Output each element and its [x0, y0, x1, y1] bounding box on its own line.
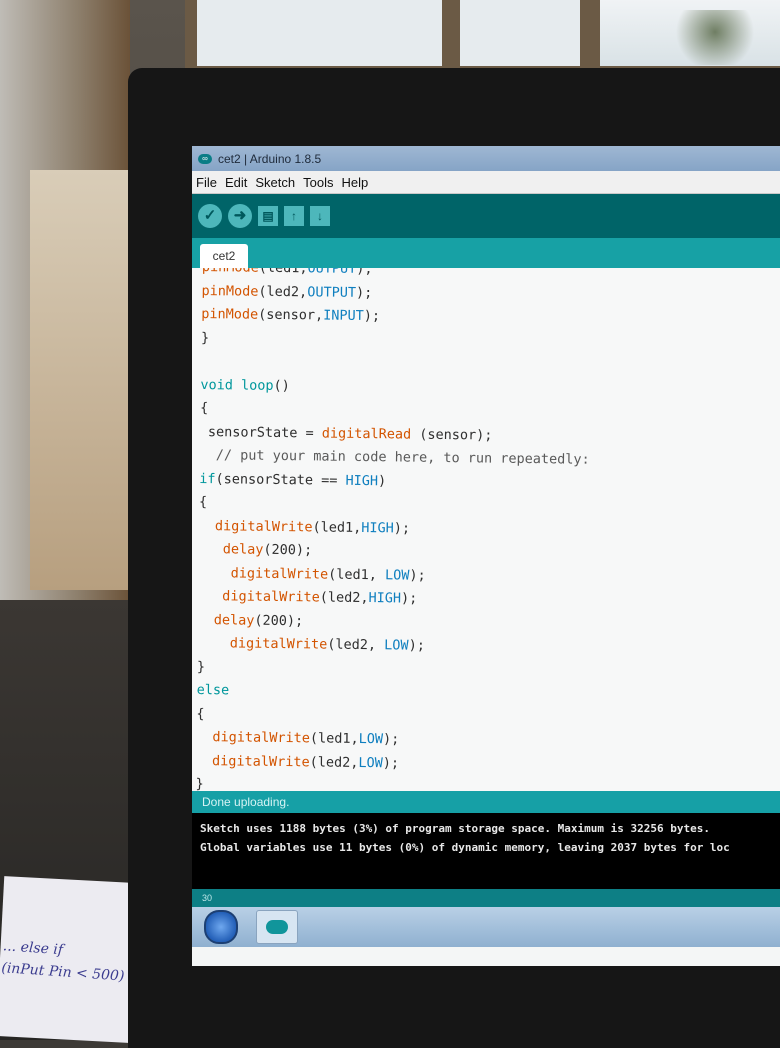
- code-line[interactable]: pinMode(sensor,INPUT);: [201, 306, 380, 324]
- windows-taskbar: [192, 907, 780, 947]
- tab-bar: cet2: [192, 238, 780, 268]
- tree-outside: [670, 10, 760, 65]
- code-line[interactable]: void loop(): [200, 376, 290, 393]
- code-line[interactable]: }: [201, 329, 209, 345]
- console-output: Sketch uses 1188 bytes (3%) of program s…: [192, 813, 780, 889]
- code-text[interactable]: pinMode(led1,OUTPUT); pinMode(led2,OUTPU…: [195, 268, 592, 791]
- menu-file[interactable]: File: [196, 175, 217, 190]
- code-editor[interactable]: pinMode(led1,OUTPUT); pinMode(led2,OUTPU…: [192, 268, 780, 791]
- code-line[interactable]: digitalWrite(led2,LOW);: [196, 752, 399, 770]
- code-line[interactable]: // put your main code here, to run repea…: [199, 447, 589, 468]
- code-line[interactable]: else: [197, 682, 230, 698]
- open-button[interactable]: ↑: [284, 206, 304, 226]
- window-pane: [197, 0, 442, 66]
- arduino-taskbar-button[interactable]: [256, 910, 298, 944]
- code-line[interactable]: digitalWrite(led2, LOW);: [197, 635, 425, 654]
- code-line[interactable]: pinMode(led2,OUTPUT);: [201, 282, 372, 300]
- arduino-ide-window: ∞ cet2 | Arduino 1.8.5 File Edit Sketch …: [192, 146, 780, 966]
- code-line[interactable]: digitalWrite(led1,HIGH);: [199, 517, 411, 536]
- code-line[interactable]: delay(200);: [197, 611, 303, 628]
- code-line[interactable]: }: [197, 658, 205, 674]
- new-icon: ▤: [262, 209, 273, 223]
- line-number-footer: 30: [192, 889, 780, 907]
- code-line[interactable]: delay(200);: [198, 541, 312, 558]
- left-shelf: [30, 170, 130, 590]
- arduino-logo-icon: ∞: [198, 154, 212, 164]
- arduino-taskbar-icon: [266, 920, 288, 934]
- console-line: Global variables use 11 bytes (0%) of dy…: [200, 838, 780, 857]
- code-line[interactable]: digitalWrite(led1, LOW);: [198, 564, 426, 583]
- window-title: cet2 | Arduino 1.8.5: [218, 152, 321, 166]
- toolbar: ✓ ➜ ▤ ↑ ↓: [192, 194, 780, 238]
- window-pane: [460, 0, 580, 66]
- console-line: Sketch uses 1188 bytes (3%) of program s…: [200, 819, 780, 838]
- code-line[interactable]: {: [196, 705, 204, 721]
- menu-help[interactable]: Help: [341, 175, 368, 190]
- upload-button[interactable]: ➜: [228, 204, 252, 228]
- verify-button[interactable]: ✓: [198, 204, 222, 228]
- code-line[interactable]: {: [199, 494, 207, 510]
- menu-tools[interactable]: Tools: [303, 175, 333, 190]
- save-icon: ↓: [317, 209, 323, 223]
- menu-sketch[interactable]: Sketch: [255, 175, 295, 190]
- code-line[interactable]: digitalWrite(led2,HIGH);: [198, 588, 418, 607]
- code-line[interactable]: }: [195, 776, 203, 791]
- tab-cet2[interactable]: cet2: [200, 244, 248, 268]
- title-bar: ∞ cet2 | Arduino 1.8.5: [192, 146, 780, 171]
- code-line[interactable]: {: [200, 400, 208, 416]
- new-button[interactable]: ▤: [258, 206, 278, 226]
- code-line[interactable]: pinMode(led1,OUTPUT);: [202, 268, 373, 277]
- menu-edit[interactable]: Edit: [225, 175, 247, 190]
- menu-bar: File Edit Sketch Tools Help: [192, 171, 780, 194]
- code-line[interactable]: sensorState = digitalRead (sensor);: [200, 423, 493, 443]
- start-button-icon[interactable]: [204, 910, 238, 944]
- save-button[interactable]: ↓: [310, 206, 330, 226]
- code-line[interactable]: digitalWrite(led1,LOW);: [196, 729, 399, 747]
- open-icon: ↑: [291, 209, 297, 223]
- status-bar: Done uploading.: [192, 791, 780, 813]
- code-line[interactable]: if(sensorState == HIGH): [199, 470, 386, 488]
- upload-icon: ➜: [234, 207, 247, 224]
- verify-icon: ✓: [204, 207, 217, 224]
